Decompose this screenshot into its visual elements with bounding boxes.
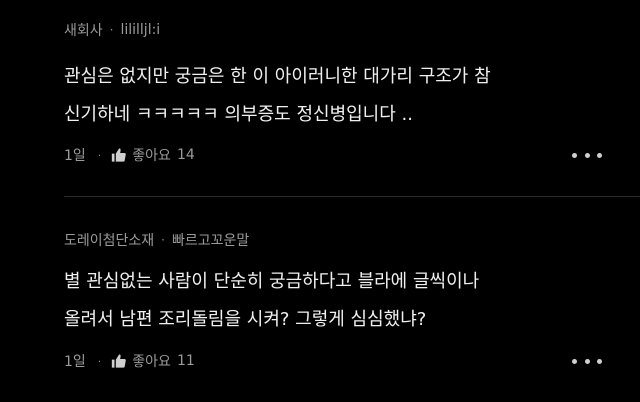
- company-name: 새회사: [64, 23, 103, 39]
- author-name[interactable]: 빠르고꼬운말: [172, 230, 249, 250]
- more-dots-icon: [597, 152, 602, 158]
- meta-separator: ·: [161, 233, 165, 247]
- like-label: 좋아요: [132, 354, 171, 370]
- comment-meta: 도레이첨단소재 · 빠르고꼬운말: [64, 230, 249, 250]
- more-dots-icon: [572, 358, 577, 364]
- like-count: 14: [176, 147, 195, 163]
- more-dots-icon: [584, 358, 590, 364]
- comment-item: 도레이첨단소재 · 빠르고꼬운말 별 관심없는 사람이 단순히 궁금하다고 블라…: [0, 197, 640, 402]
- comment-time: 1일: [64, 148, 86, 164]
- comment-footer: 1일 · 좋아요 11: [64, 350, 616, 372]
- comment-text: 별 관심없는 사람이 단순히 궁금하다고 블라에 글씩이나 올려서 남편 조리돌…: [64, 271, 480, 330]
- comment-item: 새회사 · lililljl:i 관심은 없지만 궁금은 한 이 아이러니한 대…: [0, 0, 640, 196]
- author-name[interactable]: lililljl:i: [120, 22, 160, 38]
- like-button[interactable]: 좋아요 11: [110, 351, 195, 371]
- company-name: 도레이첨단소재: [64, 233, 155, 249]
- more-dots-icon: [584, 152, 590, 158]
- like-label: 좋아요: [132, 148, 171, 164]
- thumbs-up-icon: [112, 354, 127, 368]
- like-button[interactable]: 좋아요 14: [110, 145, 195, 165]
- like-count: 11: [176, 353, 195, 369]
- footer-separator: ·: [97, 354, 102, 368]
- more-dots-icon: [597, 358, 602, 364]
- comment-meta: 새회사 · lililljl:i: [64, 20, 160, 40]
- more-options-button[interactable]: [572, 148, 602, 162]
- comment-time: 1일: [64, 354, 86, 370]
- more-options-button[interactable]: [572, 354, 602, 368]
- meta-separator: ·: [109, 23, 114, 37]
- comment-footer: 1일 · 좋아요 14: [64, 144, 616, 166]
- more-dots-icon: [572, 152, 577, 158]
- comment-text: 관심은 없지만 궁금은 한 이 아이러니한 대가리 구조가 참 신기하네 ㅋㅋㅋ…: [64, 66, 491, 125]
- thumbs-up-icon: [112, 148, 127, 162]
- footer-separator: ·: [97, 148, 102, 162]
